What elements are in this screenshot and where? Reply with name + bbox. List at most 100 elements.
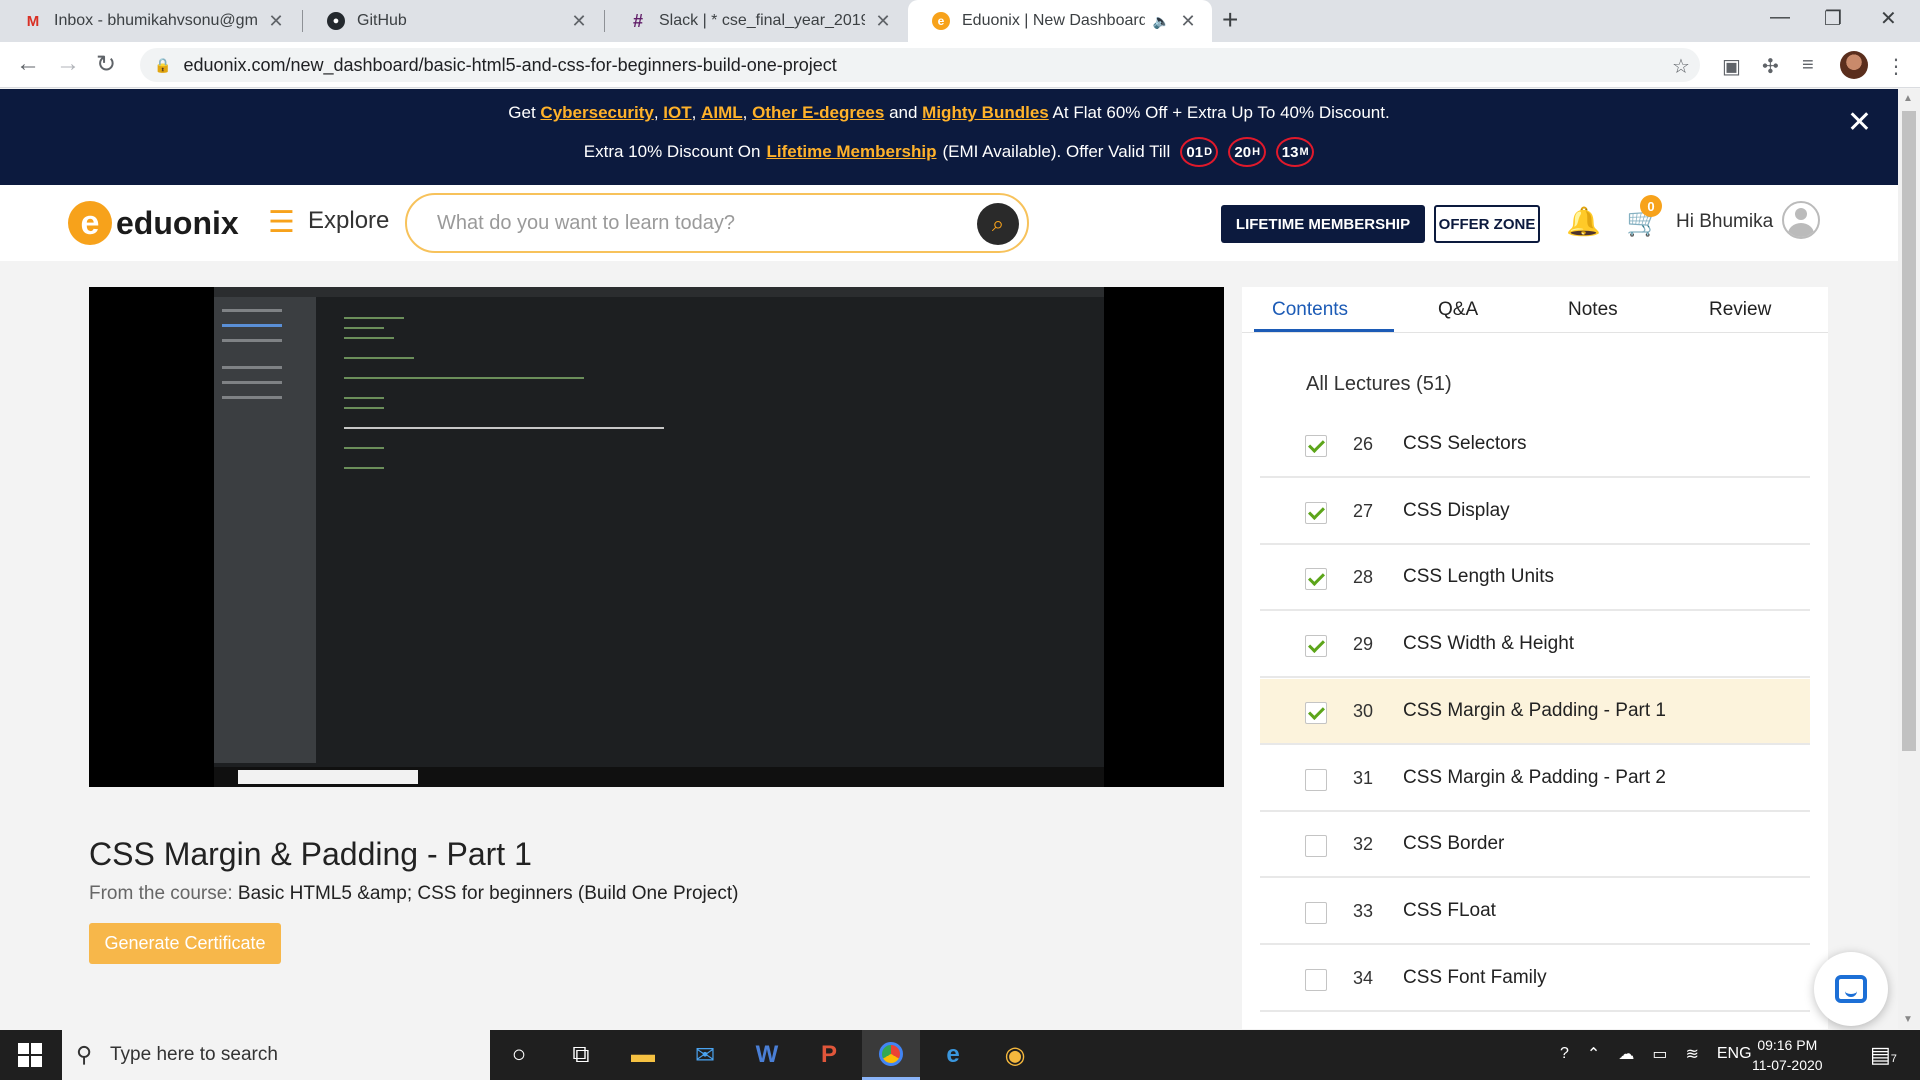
window-close-icon[interactable]: ✕ bbox=[1880, 6, 1897, 31]
offer-zone-button[interactable]: OFFER ZONE bbox=[1434, 205, 1540, 243]
page-scrollbar[interactable]: ▲ ▼ bbox=[1898, 89, 1920, 1029]
close-icon[interactable]: ✕ bbox=[1178, 11, 1198, 32]
lecture-item[interactable]: 32 CSS Border bbox=[1260, 812, 1810, 878]
lecture-checkbox[interactable] bbox=[1305, 435, 1327, 457]
user-greeting[interactable]: Hi Bhumika bbox=[1676, 211, 1773, 233]
close-icon[interactable]: ✕ bbox=[1847, 105, 1872, 140]
word-icon[interactable]: W bbox=[738, 1030, 796, 1080]
lecture-name[interactable]: CSS Margin & Padding - Part 1 bbox=[1403, 700, 1666, 722]
close-icon[interactable]: ✕ bbox=[266, 11, 286, 32]
search-input[interactable] bbox=[437, 209, 957, 237]
language-indicator[interactable]: ENG bbox=[1717, 1045, 1752, 1063]
generate-certificate-button[interactable]: Generate Certificate bbox=[89, 923, 281, 964]
bell-icon[interactable]: 🔔 bbox=[1566, 205, 1601, 238]
lecture-checkbox[interactable] bbox=[1305, 769, 1327, 791]
chrome-icon[interactable] bbox=[862, 1030, 920, 1080]
lecture-name[interactable]: CSS Font Family bbox=[1403, 967, 1547, 989]
lecture-item[interactable]: 31 CSS Margin & Padding - Part 2 bbox=[1260, 746, 1810, 812]
extension-doc-icon[interactable]: ▣ bbox=[1722, 54, 1741, 79]
lecture-checkbox[interactable] bbox=[1305, 635, 1327, 657]
lifetime-membership-button[interactable]: LIFETIME MEMBERSHIP bbox=[1221, 205, 1425, 243]
cortana-icon[interactable]: ○ bbox=[490, 1030, 548, 1080]
lecture-name[interactable]: CSS Width & Height bbox=[1403, 633, 1574, 655]
promo-link-aiml[interactable]: AIML bbox=[701, 103, 743, 122]
course-name[interactable]: Basic HTML5 &amp; CSS for beginners (Bui… bbox=[238, 883, 739, 904]
mail-icon[interactable]: ✉ bbox=[676, 1030, 734, 1080]
lecture-checkbox[interactable] bbox=[1305, 902, 1327, 924]
tab-qa[interactable]: Q&A bbox=[1438, 299, 1478, 321]
scroll-up-icon[interactable]: ▲ bbox=[1903, 93, 1913, 104]
media-queue-icon[interactable]: ≡ bbox=[1802, 54, 1814, 77]
powerpoint-icon[interactable]: P bbox=[800, 1030, 858, 1080]
taskbar-search-box[interactable]: ⚲ Type here to search bbox=[62, 1030, 490, 1080]
hamburger-menu-icon[interactable]: ☰ bbox=[268, 205, 295, 240]
lecture-name[interactable]: CSS Border bbox=[1403, 833, 1504, 855]
tab-eduonix[interactable]: e Eduonix | New Dashboard 🔈 ✕ bbox=[908, 0, 1212, 42]
help-icon[interactable]: ? bbox=[1560, 1045, 1569, 1063]
close-icon[interactable]: ✕ bbox=[873, 11, 893, 32]
extensions-puzzle-icon[interactable]: ✣ bbox=[1762, 54, 1779, 79]
eduonix-logo[interactable]: e eduonix bbox=[68, 201, 239, 245]
lecture-item[interactable]: 33 CSS FLoat bbox=[1260, 879, 1810, 945]
search-button[interactable]: ⌕ bbox=[977, 203, 1019, 245]
forward-icon[interactable]: → bbox=[56, 50, 80, 78]
scroll-down-icon[interactable]: ▼ bbox=[1903, 1014, 1913, 1025]
lecture-name[interactable]: CSS Display bbox=[1403, 500, 1510, 522]
new-tab-button[interactable]: + bbox=[1222, 4, 1238, 36]
tab-review[interactable]: Review bbox=[1709, 299, 1771, 321]
lecture-name[interactable]: CSS Length Units bbox=[1403, 566, 1554, 588]
file-explorer-icon[interactable]: ▬ bbox=[614, 1030, 672, 1080]
lecture-name[interactable]: CSS Selectors bbox=[1403, 433, 1527, 455]
lecture-name[interactable]: CSS FLoat bbox=[1403, 900, 1496, 922]
lecture-item[interactable]: 26 CSS Selectors bbox=[1260, 412, 1810, 478]
windows-start-icon[interactable] bbox=[18, 1043, 42, 1067]
promo-link-iot[interactable]: IOT bbox=[663, 103, 691, 122]
url-bar[interactable]: 🔒 eduonix.com/new_dashboard/basic-html5-… bbox=[140, 48, 1700, 82]
browser-profile-avatar[interactable] bbox=[1840, 51, 1868, 79]
tab-github[interactable]: ● GitHub ✕ bbox=[303, 0, 603, 42]
speaker-icon[interactable]: 🔈 bbox=[1153, 13, 1170, 30]
task-view-icon[interactable]: ⧉ bbox=[552, 1030, 610, 1080]
wifi-icon[interactable]: ≋ bbox=[1685, 1044, 1698, 1064]
lecture-item[interactable]: 29 CSS Width & Height bbox=[1260, 612, 1810, 678]
battery-icon[interactable]: ▭ bbox=[1652, 1044, 1667, 1064]
lecture-item[interactable]: 34 CSS Font Family bbox=[1260, 946, 1810, 1012]
promo-text: Get bbox=[508, 103, 536, 122]
lecture-item[interactable]: 27 CSS Display bbox=[1260, 479, 1810, 545]
browser-menu-icon[interactable]: ⋮ bbox=[1886, 54, 1906, 79]
lecture-item[interactable]: 30 CSS Margin & Padding - Part 1 bbox=[1260, 679, 1810, 745]
lecture-checkbox[interactable] bbox=[1305, 502, 1327, 524]
chevron-up-icon[interactable]: ⌃ bbox=[1587, 1044, 1600, 1064]
reload-icon[interactable]: ↻ bbox=[96, 50, 116, 79]
lecture-name[interactable]: CSS Margin & Padding - Part 2 bbox=[1403, 767, 1666, 789]
lecture-checkbox[interactable] bbox=[1305, 568, 1327, 590]
taskbar-clock[interactable]: 09:16 PM 11-07-2020 bbox=[1752, 1035, 1823, 1075]
bookmark-star-icon[interactable]: ☆ bbox=[1672, 54, 1690, 79]
lecture-checkbox[interactable] bbox=[1305, 835, 1327, 857]
edge-icon[interactable]: e bbox=[924, 1030, 982, 1080]
explore-link[interactable]: Explore bbox=[308, 207, 389, 235]
notification-icon[interactable]: ▤7 bbox=[1870, 1042, 1897, 1068]
user-avatar[interactable] bbox=[1782, 201, 1820, 239]
promo-link-other-edegrees[interactable]: Other E-degrees bbox=[752, 103, 884, 122]
app-icon[interactable]: ◉ bbox=[986, 1030, 1044, 1080]
all-lectures-heading: All Lectures (51) bbox=[1306, 373, 1452, 395]
tab-slack[interactable]: # Slack | * cse_final_year_2019_20 | ✕ bbox=[605, 0, 907, 42]
onedrive-icon[interactable]: ☁ bbox=[1618, 1044, 1634, 1064]
scroll-thumb[interactable] bbox=[1902, 111, 1916, 751]
lecture-item[interactable]: 28 CSS Length Units bbox=[1260, 545, 1810, 611]
lecture-checkbox[interactable] bbox=[1305, 702, 1327, 724]
maximize-icon[interactable]: ❐ bbox=[1824, 6, 1842, 31]
minimize-icon[interactable]: — bbox=[1770, 6, 1790, 29]
back-icon[interactable]: ← bbox=[16, 50, 40, 78]
lecture-checkbox[interactable] bbox=[1305, 969, 1327, 991]
tab-contents[interactable]: Contents bbox=[1272, 299, 1348, 321]
chat-button[interactable] bbox=[1814, 952, 1888, 1026]
close-icon[interactable]: ✕ bbox=[569, 11, 589, 32]
tab-notes[interactable]: Notes bbox=[1568, 299, 1618, 321]
promo-link-cybersecurity[interactable]: Cybersecurity bbox=[540, 103, 653, 122]
video-player[interactable] bbox=[89, 287, 1224, 787]
promo-link-lifetime[interactable]: Lifetime Membership bbox=[766, 142, 936, 162]
tab-gmail[interactable]: M Inbox - bhumikahvsonu@gmail.c ✕ bbox=[0, 0, 300, 42]
promo-link-mighty-bundles[interactable]: Mighty Bundles bbox=[922, 103, 1049, 122]
